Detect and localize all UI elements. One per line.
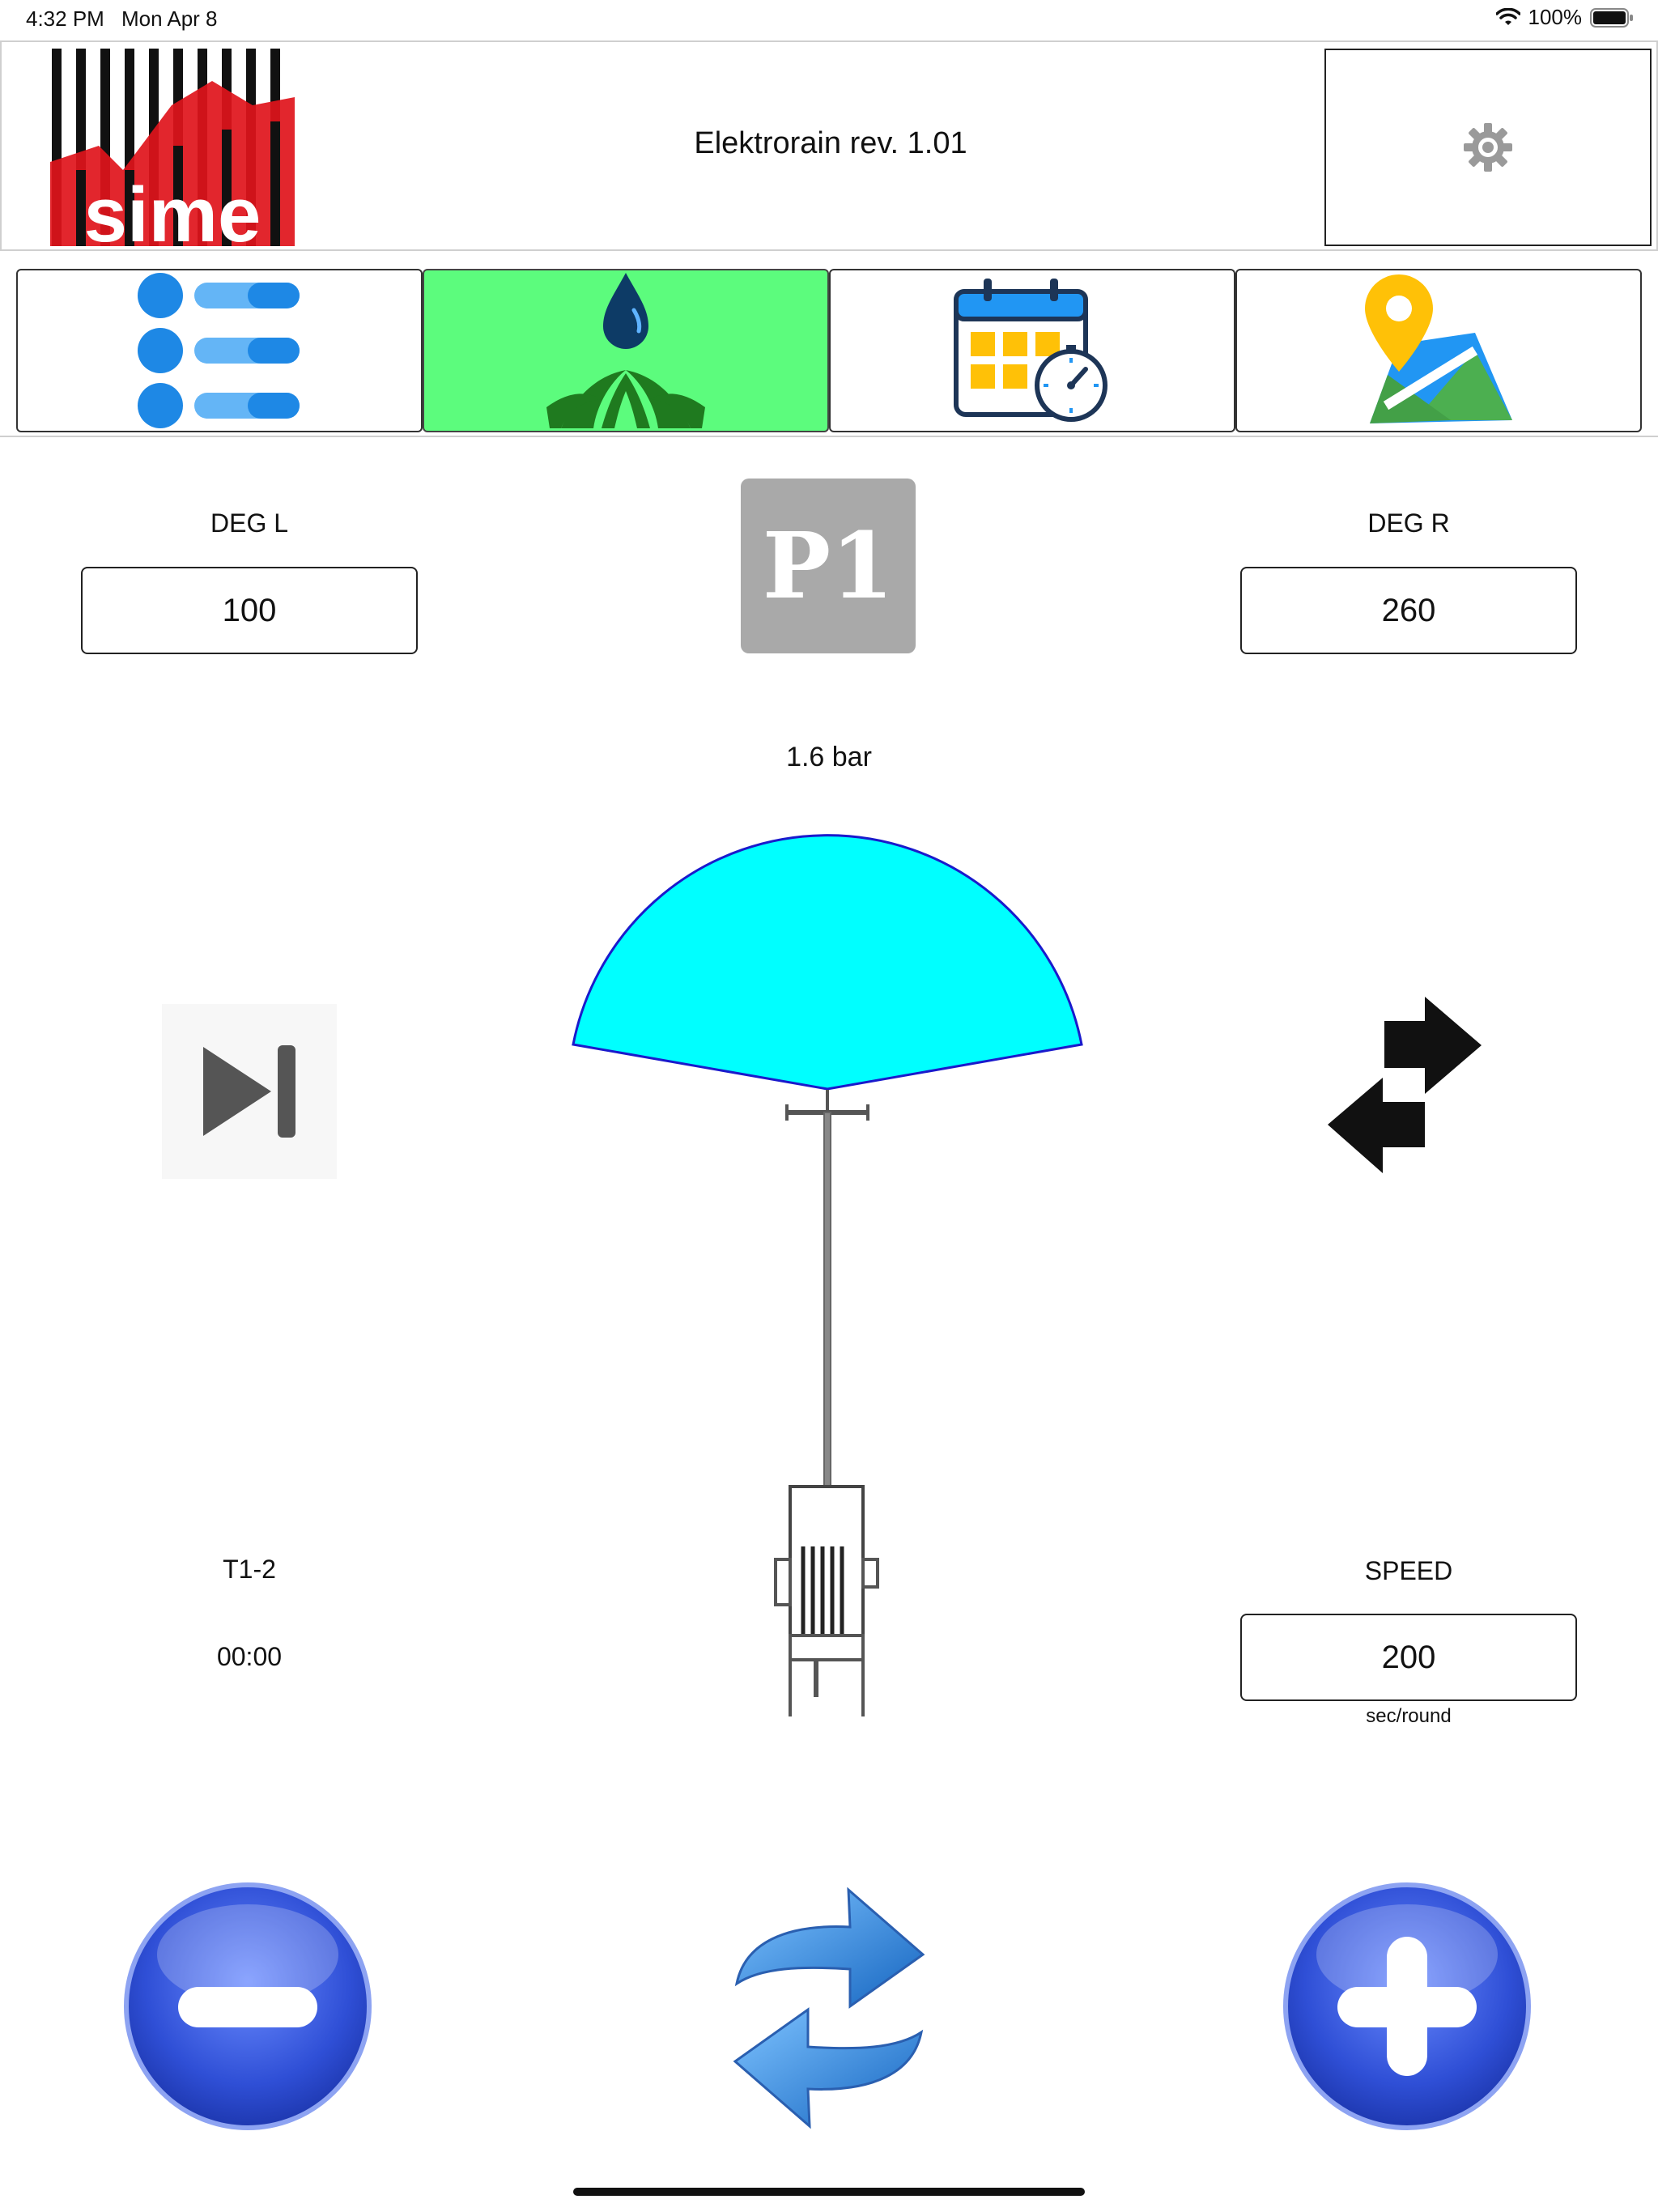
- home-indicator[interactable]: [573, 2188, 1085, 2196]
- program-button[interactable]: P1: [741, 479, 916, 653]
- tab-schedule[interactable]: [829, 269, 1235, 432]
- spray-sector: [572, 834, 1083, 1091]
- deg-right-label: DEG R: [1367, 508, 1450, 538]
- logo-text: sime: [84, 172, 261, 246]
- app-header: sime Elektrorain rev. 1.01: [0, 40, 1658, 251]
- increase-button[interactable]: [1281, 1880, 1533, 2133]
- decrease-button[interactable]: [121, 1880, 374, 2133]
- refresh-button[interactable]: [729, 1870, 931, 2146]
- map-pin-icon: [1365, 274, 1512, 423]
- battery-icon: [1590, 7, 1633, 28]
- sector-label: T1-2: [223, 1555, 276, 1584]
- speed-field[interactable]: 200: [1240, 1614, 1577, 1701]
- battery-percent: 100%: [1528, 5, 1583, 29]
- deg-left-field[interactable]: 100: [81, 567, 418, 654]
- swap-arrows-icon: [1328, 997, 1482, 1173]
- deg-left-label: DEG L: [210, 508, 289, 538]
- wifi-icon: [1495, 7, 1520, 25]
- pressure-readout: 1.6 bar: [786, 742, 872, 772]
- swap-direction-button[interactable]: [1312, 993, 1498, 1179]
- speed-label: SPEED: [1364, 1556, 1453, 1585]
- timer-readout: 00:00: [216, 1642, 283, 1671]
- minus-icon: [178, 1987, 317, 2027]
- skip-next-button[interactable]: [162, 1004, 337, 1179]
- deg-right-field[interactable]: 260: [1240, 567, 1577, 654]
- sprinkler-body: [774, 1090, 879, 1716]
- skip-next-icon: [203, 1045, 295, 1138]
- calendar-timer-icon: [954, 279, 1107, 422]
- status-date: Mon Apr 8: [121, 6, 218, 31]
- tab-map[interactable]: [1235, 269, 1642, 432]
- speed-unit: sec/round: [1366, 1705, 1452, 1727]
- irrigation-drop-icon: [546, 273, 705, 428]
- list-icon: [138, 273, 300, 428]
- tab-bar: [0, 253, 1658, 437]
- tab-irrigation[interactable]: [423, 269, 829, 432]
- refresh-icon: [733, 1887, 925, 2129]
- sprinkler-diagram: [572, 834, 1083, 1716]
- settings-button[interactable]: [1324, 49, 1652, 246]
- gear-icon: [1464, 123, 1512, 172]
- tab-list[interactable]: [16, 269, 423, 432]
- status-indicators: 100%: [1495, 5, 1635, 30]
- status-time: 4:32 PM: [26, 6, 104, 31]
- status-bar: 4:32 PM Mon Apr 8 100%: [0, 0, 1658, 39]
